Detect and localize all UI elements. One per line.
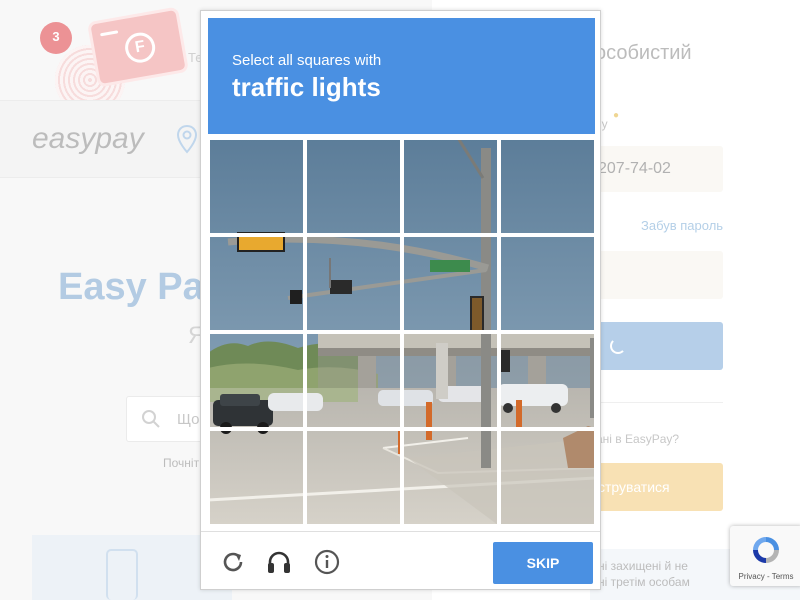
- recaptcha-logo-icon: [753, 537, 779, 563]
- captcha-tile-3-2[interactable]: [305, 332, 402, 429]
- captcha-header: Select all squares with traffic lights: [208, 18, 595, 134]
- captcha-tile-4-1[interactable]: [208, 429, 305, 525]
- captcha-footer: SKIP: [201, 531, 600, 589]
- captcha-dialog: Select all squares with traffic lights S…: [200, 10, 601, 590]
- reload-icon[interactable]: [219, 548, 247, 576]
- info-icon[interactable]: [313, 548, 341, 576]
- captcha-tile-4-2[interactable]: [305, 429, 402, 525]
- captcha-tile-1-4[interactable]: [499, 138, 595, 235]
- audio-challenge-icon[interactable]: [265, 548, 293, 576]
- captcha-tile-2-2[interactable]: [305, 235, 402, 332]
- captcha-target: traffic lights: [232, 72, 381, 102]
- captcha-tile-2-1[interactable]: [208, 235, 305, 332]
- skip-button[interactable]: SKIP: [493, 542, 593, 584]
- captcha-tile-1-3[interactable]: [402, 138, 499, 235]
- captcha-tile-4-4[interactable]: [499, 429, 595, 525]
- captcha-tile-2-3[interactable]: [402, 235, 499, 332]
- captcha-tile-3-3[interactable]: [402, 332, 499, 429]
- captcha-tile-3-1[interactable]: [208, 332, 305, 429]
- captcha-image-grid: [208, 138, 595, 525]
- captcha-instruction: Select all squares with: [232, 52, 382, 69]
- captcha-tile-4-3[interactable]: [402, 429, 499, 525]
- recaptcha-badge[interactable]: Privacy - Terms: [730, 526, 800, 586]
- captcha-tile-2-4[interactable]: [499, 235, 595, 332]
- captcha-tile-3-4[interactable]: [499, 332, 595, 429]
- captcha-tile-1-2[interactable]: [305, 138, 402, 235]
- captcha-tile-1-1[interactable]: [208, 138, 305, 235]
- recaptcha-privacy-terms[interactable]: Privacy - Terms: [730, 572, 800, 581]
